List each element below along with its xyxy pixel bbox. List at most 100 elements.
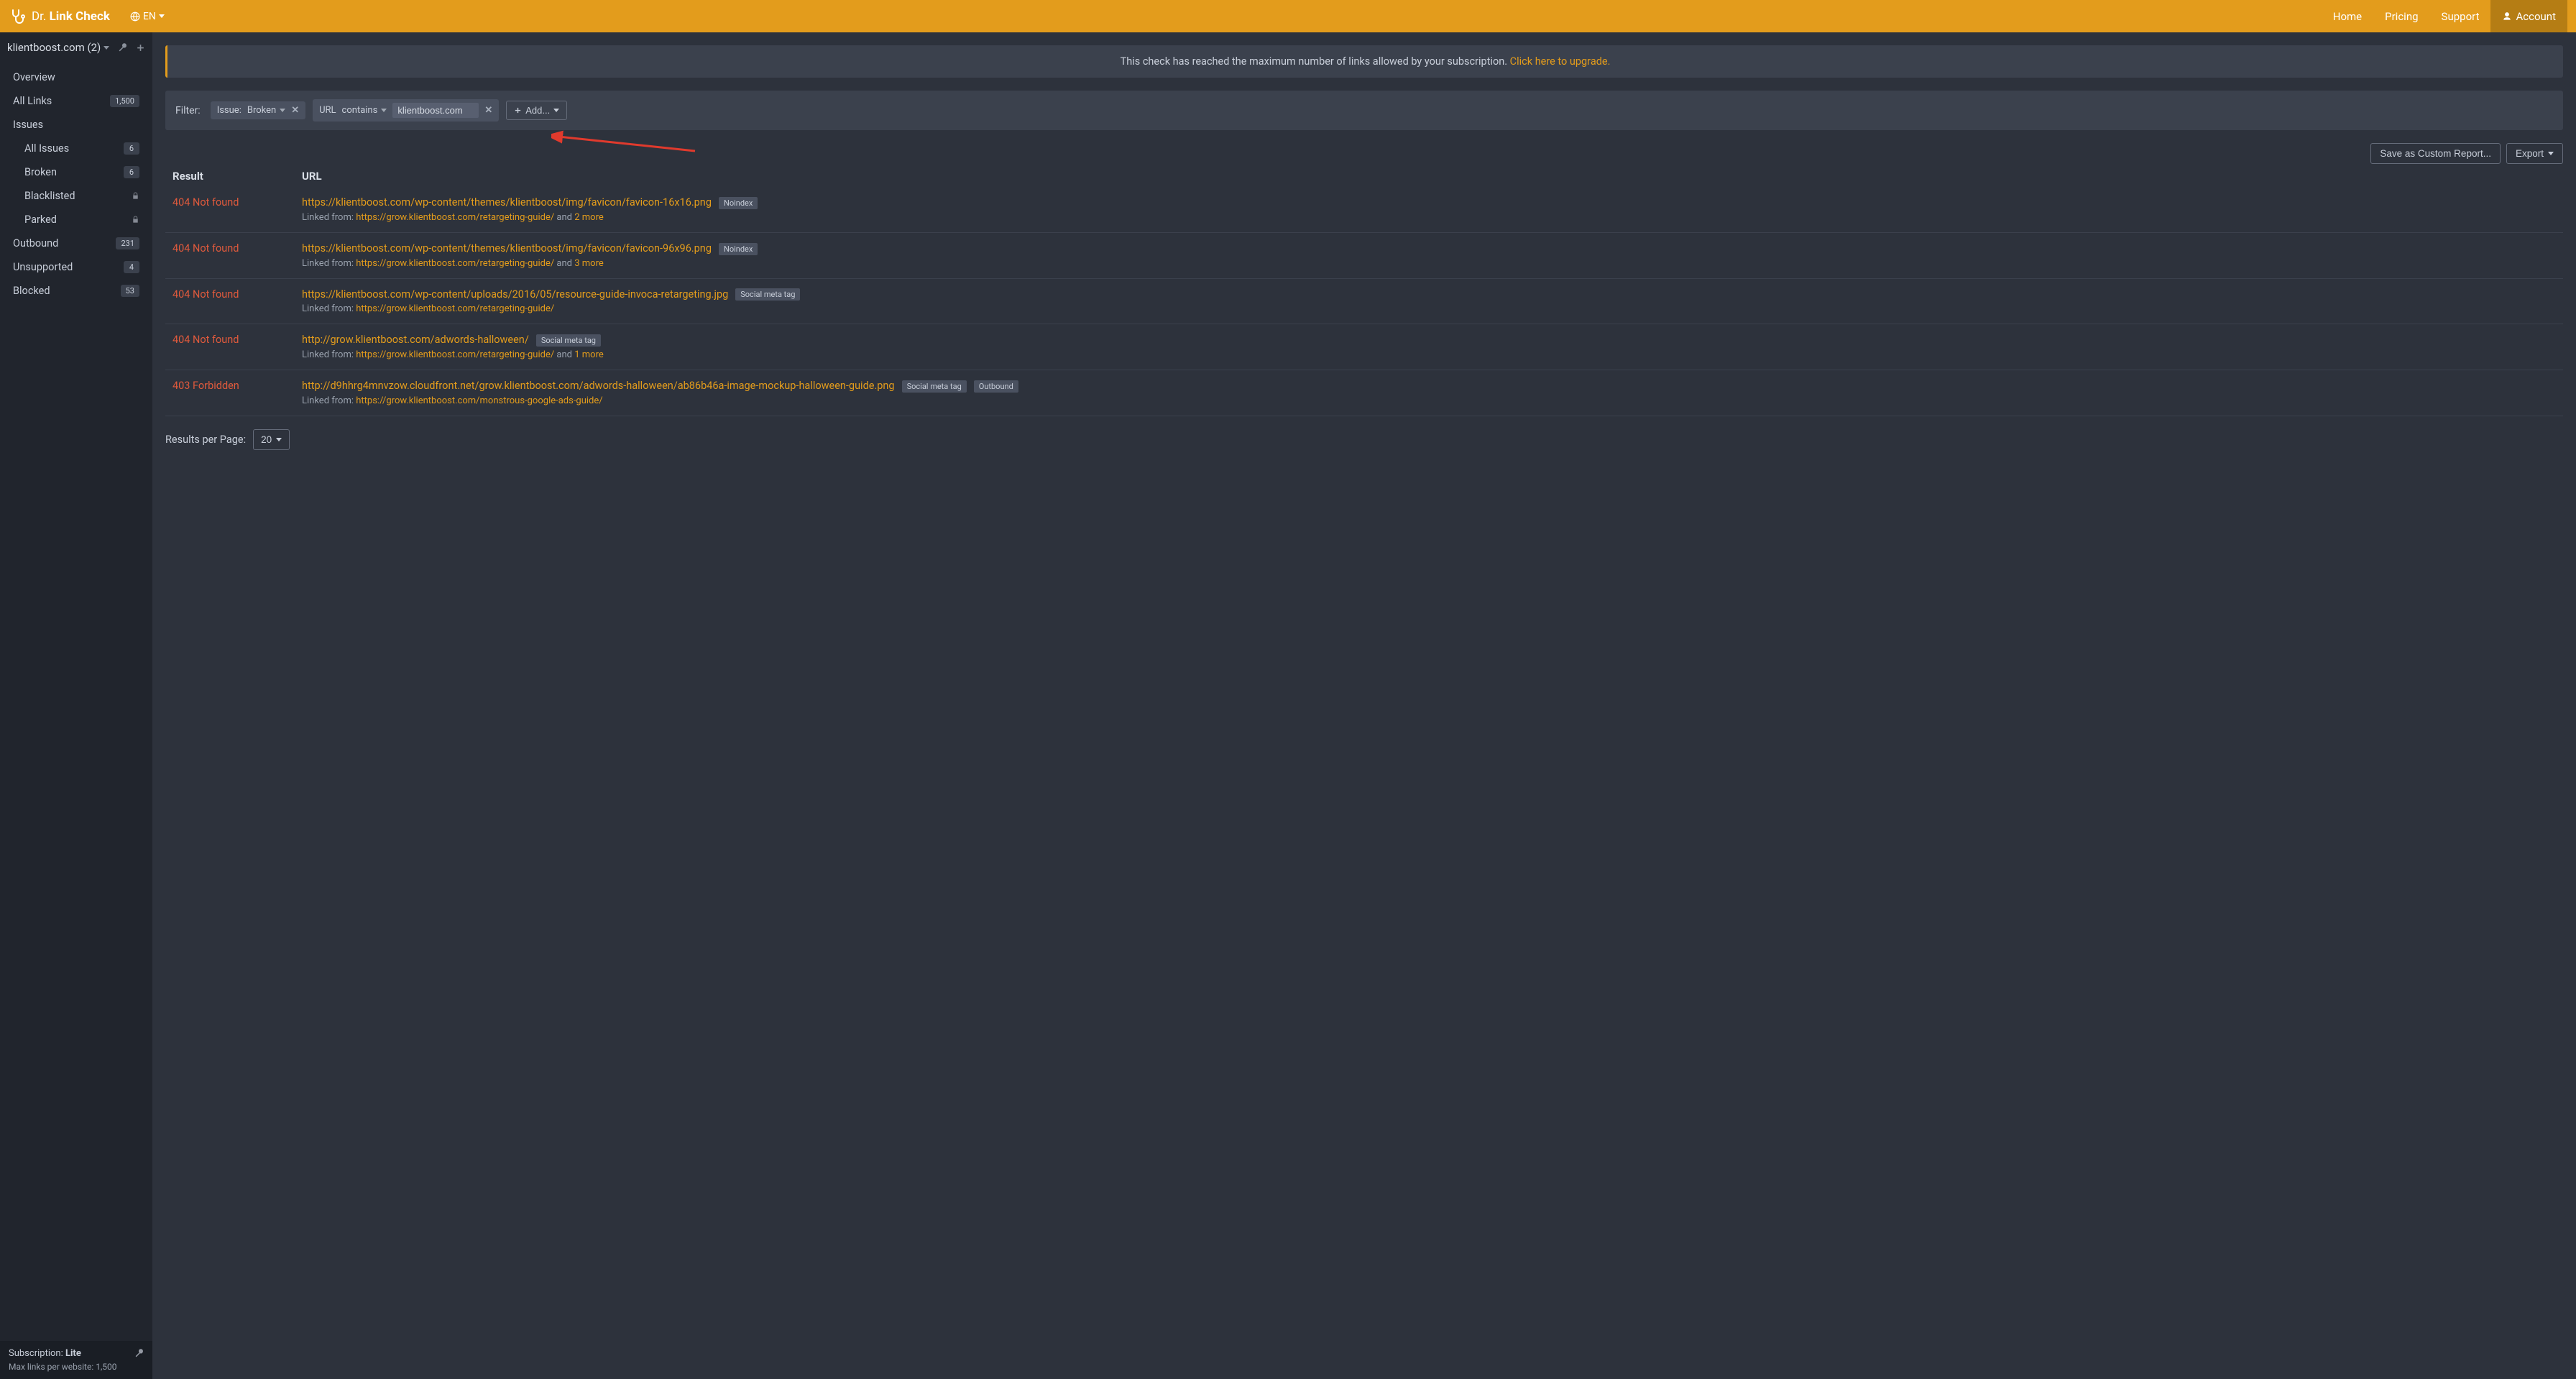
result-tag: Social meta tag <box>902 380 967 393</box>
user-icon <box>2502 12 2512 22</box>
result-url-link[interactable]: http://d9hhrg4mnvzow.cloudfront.net/grow… <box>302 380 895 392</box>
result-tag: Outbound <box>974 380 1018 393</box>
linked-from: Linked from: https://grow.klientboost.co… <box>302 212 2556 223</box>
table-row: 404 Not found https://klientboost.com/wp-… <box>165 233 2563 279</box>
sidebar-item-label: Overview <box>13 71 55 83</box>
sidebar-item-label: All Issues <box>24 142 69 155</box>
sidebar-item-all-issues[interactable]: All Issues 6 <box>0 137 152 160</box>
sidebar-item-label: All Links <box>13 95 52 107</box>
subscription-label: Subscription: Lite <box>9 1348 81 1359</box>
result-tag: Noindex <box>719 243 758 255</box>
result-url-link[interactable]: http://grow.klientboost.com/adwords-hall… <box>302 334 529 346</box>
linked-from-more[interactable]: 3 more <box>574 258 604 269</box>
sidebar-item-label: Parked <box>24 214 57 226</box>
sidebar-item-outbound[interactable]: Outbound 231 <box>0 232 152 255</box>
result-url-link[interactable]: https://klientboost.com/wp-content/theme… <box>302 242 712 255</box>
filter-bar: Filter: Issue: Broken ✕ URL contains ✕ A… <box>165 91 2563 130</box>
result-url-link[interactable]: https://klientboost.com/wp-content/theme… <box>302 196 712 209</box>
nav-support[interactable]: Support <box>2430 0 2491 32</box>
sidebar-item-unsupported[interactable]: Unsupported 4 <box>0 255 152 279</box>
remove-filter-icon[interactable]: ✕ <box>291 105 299 116</box>
subscription-bar: Subscription: Lite Max links per website… <box>0 1341 152 1379</box>
chevron-down-icon <box>280 109 285 112</box>
count-badge: 4 <box>124 261 139 273</box>
save-report-button[interactable]: Save as Custom Report... <box>2370 143 2501 164</box>
sidebar-item-label: Blocked <box>13 285 50 297</box>
result-tag: Social meta tag <box>735 288 800 301</box>
linked-from-link[interactable]: https://grow.klientboost.com/retargeting… <box>356 303 554 314</box>
column-header-result[interactable]: Result <box>172 170 302 183</box>
logo[interactable]: Dr. Link Check <box>9 8 110 25</box>
count-badge: 1,500 <box>110 95 139 107</box>
export-button[interactable]: Export <box>2506 143 2563 164</box>
table-row: 404 Not foundhttps://klientboost.com/wp-… <box>165 279 2563 325</box>
plus-icon <box>514 106 522 114</box>
globe-icon <box>130 12 140 22</box>
sidebar-item-blacklisted[interactable]: Blacklisted <box>0 184 152 208</box>
table-row: 404 Not found http://grow.klientboost.com… <box>165 324 2563 370</box>
sidebar-item-label: Broken <box>24 166 57 178</box>
result-status: 404 Not found <box>172 334 239 346</box>
sidebar: klientboost.com (2) Overview All Links 1,5… <box>0 32 152 1379</box>
linked-from-link[interactable]: https://grow.klientboost.com/retargeting… <box>356 349 554 360</box>
remove-filter-icon[interactable]: ✕ <box>484 105 492 116</box>
logo-text: Dr. Link Check <box>32 9 110 24</box>
linked-from-link[interactable]: https://grow.klientboost.com/retargeting… <box>356 212 554 223</box>
results-per-page: Results per Page: 20 <box>165 429 2563 450</box>
upgrade-link[interactable]: Click here to upgrade. <box>1510 55 1611 68</box>
language-switcher[interactable]: EN <box>130 11 165 22</box>
wrench-icon[interactable] <box>134 1349 144 1358</box>
nav-home[interactable]: Home <box>2322 0 2373 32</box>
filter-issue-value[interactable]: Broken <box>247 105 285 116</box>
chevron-down-icon <box>159 14 165 18</box>
sidebar-item-issues[interactable]: Issues <box>0 113 152 137</box>
chevron-down-icon[interactable] <box>104 46 109 50</box>
main-content: This check has reached the maximum numbe… <box>152 32 2576 1379</box>
lock-icon <box>132 192 139 200</box>
nav-account[interactable]: Account <box>2490 0 2567 32</box>
table-row: 404 Not found https://klientboost.com/wp-… <box>165 187 2563 233</box>
result-status: 404 Not found <box>172 242 239 255</box>
lock-icon <box>132 216 139 224</box>
linked-from: Linked from: https://grow.klientboost.co… <box>302 349 2556 360</box>
filter-chip-url[interactable]: URL contains ✕ <box>313 99 499 122</box>
linked-from-link[interactable]: https://grow.klientboost.com/retargeting… <box>356 258 554 269</box>
count-badge: 231 <box>116 237 139 249</box>
sidebar-item-parked[interactable]: Parked <box>0 208 152 232</box>
sidebar-item-broken[interactable]: Broken6 <box>0 160 152 184</box>
sidebar-item-all-links[interactable]: All Links 1,500 <box>0 89 152 113</box>
linked-from-more[interactable]: 2 more <box>574 212 604 223</box>
sidebar-item-label: Blacklisted <box>24 190 75 202</box>
add-filter-button[interactable]: Add... <box>506 101 567 120</box>
sidebar-item-blocked[interactable]: Blocked53 <box>0 279 152 303</box>
topbar: Dr. Link Check EN Home Pricing Support A… <box>0 0 2576 32</box>
stethoscope-icon <box>9 8 26 25</box>
linked-from-more[interactable]: 1 more <box>574 349 604 360</box>
results-per-page-select[interactable]: 20 <box>253 429 290 450</box>
result-tag: Noindex <box>719 197 758 209</box>
sidebar-item-overview[interactable]: Overview <box>0 65 152 89</box>
chevron-down-icon <box>276 438 282 441</box>
chevron-down-icon <box>381 109 387 112</box>
filter-label: Filter: <box>175 105 201 116</box>
result-tag: Social meta tag <box>536 334 601 347</box>
linked-from: Linked from: https://grow.klientboost.co… <box>302 395 2556 406</box>
sidebar-item-label: Issues <box>13 119 43 131</box>
plus-icon[interactable] <box>136 43 145 52</box>
linked-from-link[interactable]: https://grow.klientboost.com/monstrous-g… <box>356 395 602 406</box>
column-header-url[interactable]: URL <box>302 170 2556 183</box>
results-per-page-label: Results per Page: <box>165 434 246 446</box>
filter-chip-issue[interactable]: Issue: Broken ✕ <box>211 101 305 119</box>
count-badge: 6 <box>124 142 139 155</box>
linked-from: Linked from: https://grow.klientboost.co… <box>302 258 2556 269</box>
nav-pricing[interactable]: Pricing <box>2373 0 2429 32</box>
site-selector[interactable]: klientboost.com (2) <box>0 32 152 63</box>
wrench-icon[interactable] <box>118 43 127 52</box>
result-status: 404 Not found <box>172 196 239 209</box>
sidebar-item-label: Outbound <box>13 237 58 249</box>
result-url-link[interactable]: https://klientboost.com/wp-content/uploa… <box>302 288 728 301</box>
chevron-down-icon <box>553 109 559 112</box>
filter-url-operator[interactable]: contains <box>342 105 387 116</box>
filter-url-input[interactable] <box>392 103 479 118</box>
sidebar-item-label: Unsupported <box>13 261 73 273</box>
